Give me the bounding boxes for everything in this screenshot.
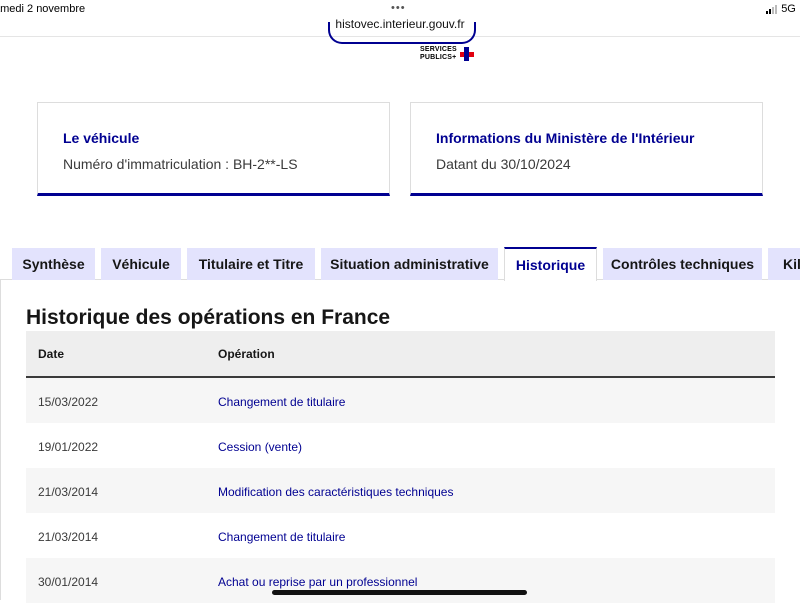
table-row: 21/03/2014 Modification des caractéristi… [26,468,775,513]
header-menu-button[interactable] [328,22,476,44]
logo-text-line2: PUBLICS+ [420,54,457,62]
table-row: 30/01/2014 Achat ou reprise par un profe… [26,558,775,603]
tab-historique[interactable]: Historique [504,247,597,281]
ministry-info-card: Informations du Ministère de l'Intérieur… [410,102,763,196]
vehicle-card: Le véhicule Numéro d'immatriculation : B… [37,102,390,196]
ministry-card-title: Informations du Ministère de l'Intérieur [436,130,694,146]
row-date: 21/03/2014 [38,485,98,499]
plus-logo-icon [460,47,474,61]
row-date: 30/01/2014 [38,575,98,589]
tab-menu-dots-icon[interactable]: ••• [391,2,406,14]
row-operation-link[interactable]: Achat ou reprise par un professionnel [218,575,417,589]
history-title: Historique des opérations en France [26,306,390,330]
table-row: 15/03/2022 Changement de titulaire [26,378,775,423]
column-header-operation: Opération [218,347,275,361]
table-row: 19/01/2022 Cession (vente) [26,423,775,468]
vehicle-card-title: Le véhicule [63,130,139,146]
row-date: 21/03/2014 [38,530,98,544]
status-indicators: 5G 8 [766,3,800,15]
column-header-date: Date [38,347,64,361]
row-operation-link[interactable]: Changement de titulaire [218,395,345,409]
tab-titulaire-et-titre[interactable]: Titulaire et Titre [187,248,315,280]
row-date: 15/03/2022 [38,395,98,409]
table-header: Date Opération [26,331,775,378]
signal-icon [766,5,777,14]
row-date: 19/01/2022 [38,440,98,454]
tab-vehicule[interactable]: Véhicule [101,248,181,280]
home-indicator-bar[interactable] [272,590,527,595]
info-date: Datant du 30/10/2024 [436,156,571,172]
history-table: Date Opération 15/03/2022 Changement de … [26,331,775,603]
logo-text-line1: SERVICES [420,46,457,54]
tab-controles-techniques[interactable]: Contrôles techniques [603,248,762,280]
row-operation-link[interactable]: Changement de titulaire [218,530,345,544]
tab-synthese[interactable]: Synthèse [12,248,95,280]
services-publics-logo[interactable]: SERVICES PUBLICS+ [420,46,474,62]
row-operation-link[interactable]: Cession (vente) [218,440,302,454]
status-date: amedi 2 novembre [0,3,85,15]
row-operation-link[interactable]: Modification des caractéristiques techni… [218,485,453,499]
tab-kilometrage[interactable]: Kilo [768,248,800,280]
tab-situation-administrative[interactable]: Situation administrative [321,248,498,280]
network-type: 5G [781,3,796,15]
registration-number: Numéro d'immatriculation : BH-2**-LS [63,156,298,172]
table-row: 21/03/2014 Changement de titulaire [26,513,775,558]
